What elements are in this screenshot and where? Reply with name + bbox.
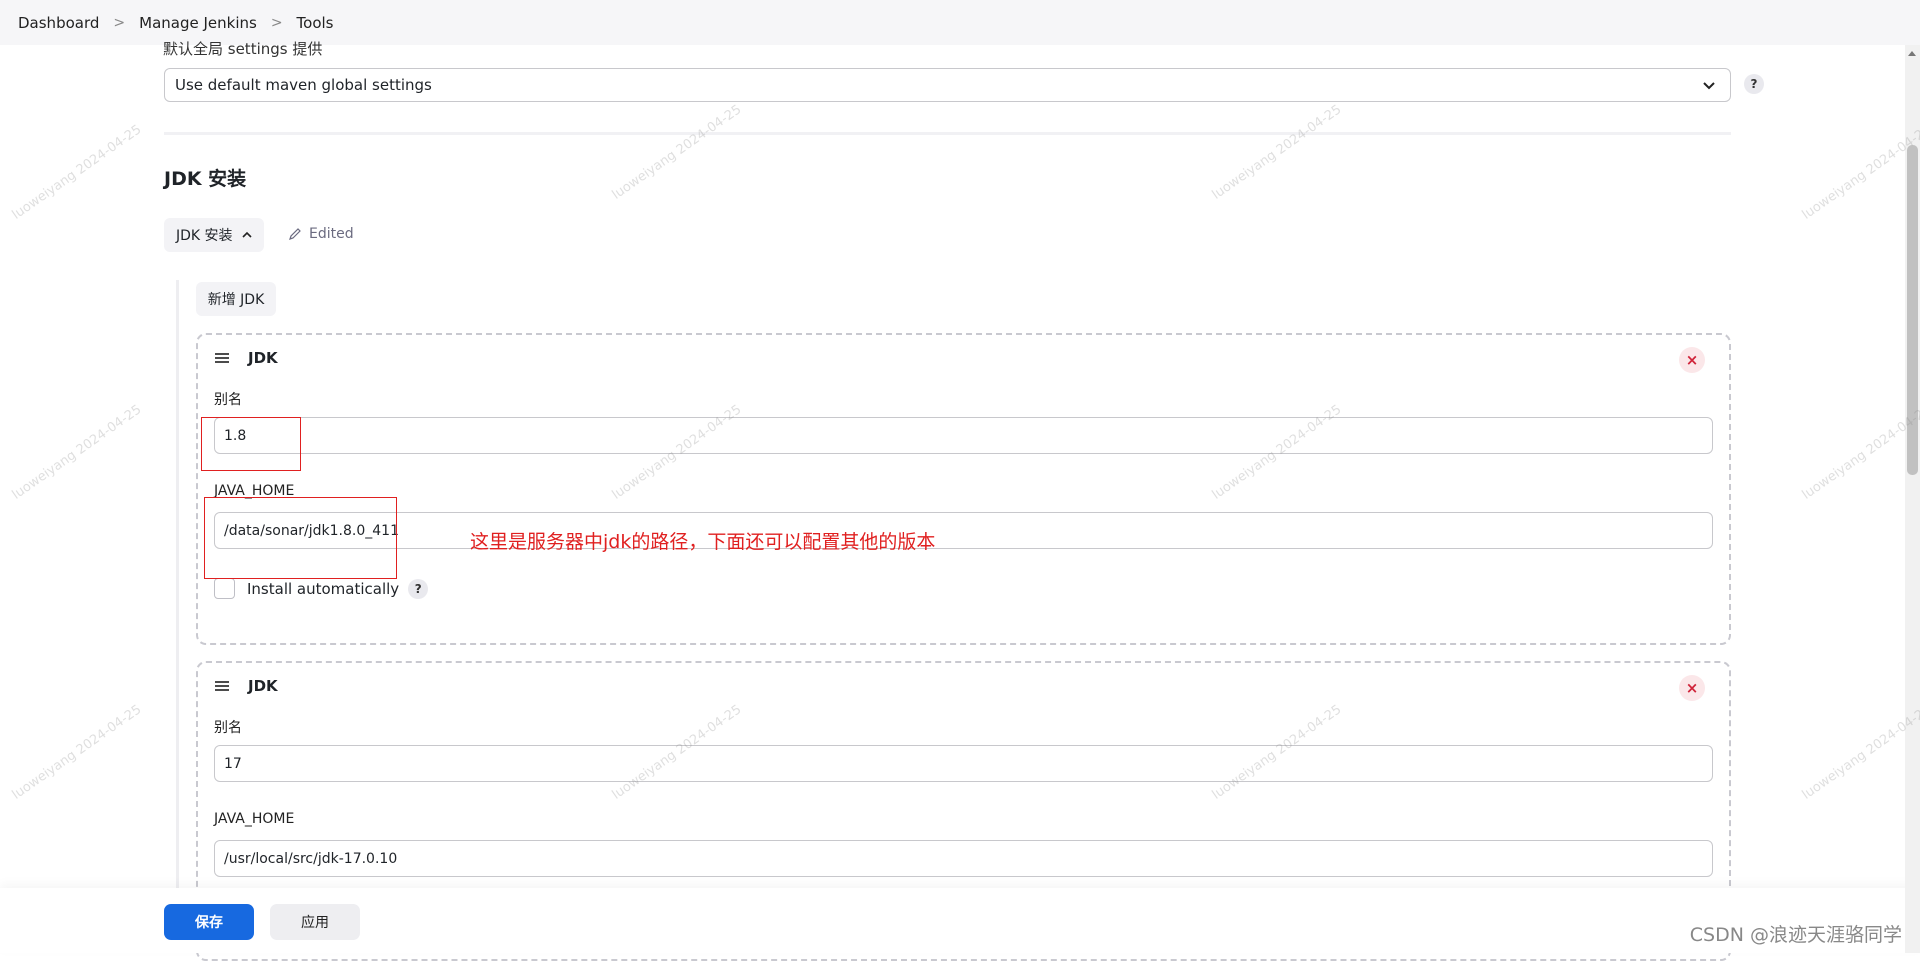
drag-handle-icon[interactable]: [214, 680, 230, 692]
annotation-box-java-home: [204, 497, 397, 579]
install-automatically-row: Install automatically ?: [214, 578, 429, 599]
install-automatically-checkbox[interactable]: [214, 578, 235, 599]
card-header: JDK: [214, 349, 278, 367]
close-icon: ×: [1685, 351, 1699, 369]
watermark: luoweiyang 2024-04-25: [9, 402, 145, 503]
maven-settings-value: Use default maven global settings: [175, 76, 432, 94]
section-divider: [164, 132, 1731, 135]
watermark: luoweiyang 2024-04-25: [609, 102, 745, 203]
edited-label: Edited: [309, 226, 354, 242]
drag-handle-icon[interactable]: [214, 352, 230, 364]
card-title: JDK: [248, 677, 278, 695]
pencil-icon: [289, 228, 301, 240]
scrollbar[interactable]: [1905, 45, 1920, 953]
install-automatically-label[interactable]: Install automatically: [247, 580, 399, 598]
breadcrumb-dashboard[interactable]: Dashboard: [18, 14, 99, 32]
alias-value: 17: [224, 755, 242, 772]
help-icon[interactable]: ?: [1744, 74, 1764, 94]
java-home-value: /usr/local/src/jdk-17.0.10: [224, 850, 398, 867]
annotation-text: 这里是服务器中jdk的路径，下面还可以配置其他的版本: [470, 531, 936, 553]
save-button[interactable]: 保存: [164, 904, 254, 940]
card-title: JDK: [248, 349, 278, 367]
close-icon: ×: [1685, 679, 1699, 697]
scroll-up-arrow-icon[interactable]: [1908, 51, 1916, 56]
maven-settings-select[interactable]: Use default maven global settings: [164, 68, 1731, 102]
jdk-installation-card: JDK × 别名 1.8 JAVA_HOME /data/sonar/jdk1.…: [196, 333, 1731, 645]
chevron-right-icon: >: [270, 14, 283, 31]
alias-input[interactable]: 17: [214, 745, 1713, 782]
help-icon[interactable]: ?: [408, 578, 429, 599]
watermark: luoweiyang 2024-04-25: [9, 702, 145, 803]
breadcrumb-tools[interactable]: Tools: [297, 14, 334, 32]
watermark: luoweiyang 2024-04-25: [9, 122, 145, 223]
scrollbar-thumb[interactable]: [1907, 145, 1918, 475]
watermark: luoweiyang 2024-04-25: [1799, 122, 1920, 223]
jdk-toggle-label: JDK 安装: [176, 228, 233, 244]
java-home-label: JAVA_HOME: [214, 811, 295, 827]
section-left-bar: [176, 280, 179, 953]
csdn-watermark: CSDN @浪迹天涯骆同学: [1689, 924, 1902, 946]
jdk-section-title: JDK 安装: [164, 168, 247, 190]
java-home-input[interactable]: /data/sonar/jdk1.8.0_411: [214, 512, 1713, 549]
watermark: luoweiyang 2024-04-25: [1799, 702, 1920, 803]
maven-settings-label: 默认全局 settings 提供: [163, 40, 323, 58]
alias-input[interactable]: 1.8: [214, 417, 1713, 454]
delete-jdk-button[interactable]: ×: [1679, 347, 1705, 373]
annotation-box-alias: [201, 417, 301, 471]
add-jdk-button[interactable]: 新增 JDK: [196, 282, 276, 316]
chevron-right-icon: >: [113, 14, 126, 31]
alias-label: 别名: [214, 720, 242, 736]
chevron-down-icon: [1703, 82, 1715, 90]
delete-jdk-button[interactable]: ×: [1679, 675, 1705, 701]
chevron-up-icon: [241, 231, 252, 238]
edited-indicator: Edited: [288, 226, 354, 242]
breadcrumb-manage-jenkins[interactable]: Manage Jenkins: [139, 14, 257, 32]
jdk-section-toggle[interactable]: JDK 安装: [164, 218, 264, 252]
apply-button[interactable]: 应用: [270, 904, 360, 940]
java-home-input[interactable]: /usr/local/src/jdk-17.0.10: [214, 840, 1713, 877]
watermark: luoweiyang 2024-04-25: [1209, 102, 1345, 203]
alias-label: 别名: [214, 392, 242, 408]
watermark: luoweiyang 2024-04-25: [1799, 402, 1920, 503]
card-header: JDK: [214, 677, 278, 695]
